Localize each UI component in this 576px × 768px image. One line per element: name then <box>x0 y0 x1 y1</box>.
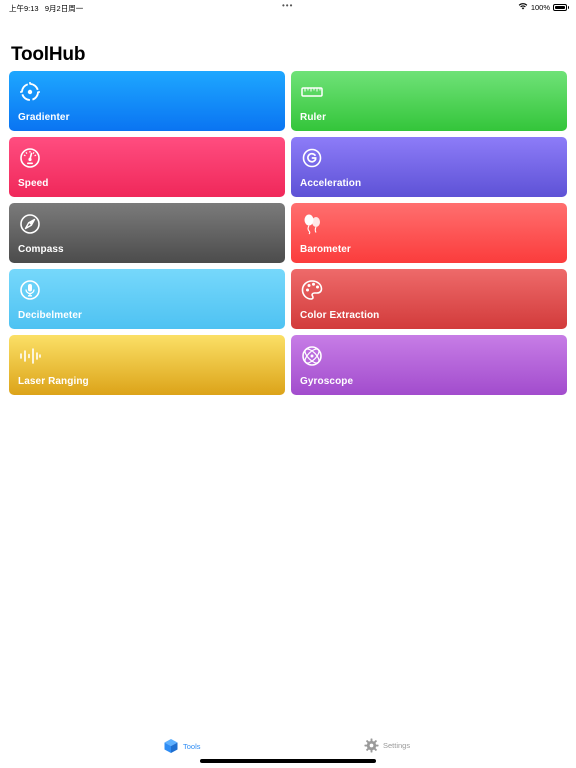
tool-label: Ruler <box>300 112 327 123</box>
tool-label: Compass <box>18 244 64 255</box>
tool-tile-laser-ranging[interactable]: Laser Ranging <box>9 335 285 395</box>
tool-label: Speed <box>18 178 49 189</box>
tab-tools[interactable]: Tools <box>163 738 201 754</box>
battery-percent: 100% <box>530 2 550 12</box>
palette-icon <box>301 279 323 301</box>
gyroscope-icon <box>301 345 323 367</box>
ruler-icon <box>301 81 323 103</box>
compass-icon <box>19 213 41 235</box>
cube-icon <box>163 738 179 754</box>
tool-tile-ruler[interactable]: Ruler <box>291 71 567 131</box>
waveform-icon <box>19 345 41 367</box>
tool-tile-barometer[interactable]: Barometer <box>291 203 567 263</box>
tools-grid: Gradienter Ruler Speed Acceleration Comp… <box>9 71 567 395</box>
status-time-date: 上午9:13 9月2日周一 <box>9 3 83 14</box>
tool-tile-acceleration[interactable]: Acceleration <box>291 137 567 197</box>
home-indicator[interactable] <box>200 759 376 763</box>
multitasking-dots[interactable]: ••• <box>282 1 293 10</box>
microphone-icon <box>19 279 41 301</box>
tool-tile-speed[interactable]: Speed <box>9 137 285 197</box>
page-title: ToolHub <box>11 44 86 65</box>
tool-label: Barometer <box>300 244 351 255</box>
tool-label: Color Extraction <box>300 310 380 321</box>
tool-label: Decibelmeter <box>18 310 83 321</box>
tab-settings-label: Settings <box>383 741 411 750</box>
tab-settings[interactable]: Settings <box>364 738 410 753</box>
tool-tile-decibelmeter[interactable]: Decibelmeter <box>9 269 285 329</box>
battery-icon <box>553 3 569 11</box>
g-force-icon <box>301 147 323 169</box>
tool-label: Gradienter <box>18 112 70 123</box>
status-indicators: 100% <box>518 2 569 12</box>
tool-tile-color-extraction[interactable]: Color Extraction <box>291 269 567 329</box>
status-time: 上午9:13 <box>9 4 39 13</box>
gear-icon <box>364 738 379 753</box>
balloons-icon <box>301 213 323 235</box>
status-date: 9月2日周一 <box>44 4 84 13</box>
wifi-icon <box>518 2 528 12</box>
status-bar: 上午9:13 9月2日周一 ••• 100% <box>0 0 576 14</box>
tool-label: Laser Ranging <box>18 376 89 387</box>
speedometer-icon <box>19 147 41 169</box>
tool-label: Acceleration <box>300 178 362 189</box>
tab-tools-label: Tools <box>183 741 201 751</box>
target-icon <box>19 81 41 103</box>
tool-label: Gyroscope <box>300 376 354 387</box>
tool-tile-gradienter[interactable]: Gradienter <box>9 71 285 131</box>
tool-tile-compass[interactable]: Compass <box>9 203 285 263</box>
tool-tile-gyroscope[interactable]: Gyroscope <box>291 335 567 395</box>
